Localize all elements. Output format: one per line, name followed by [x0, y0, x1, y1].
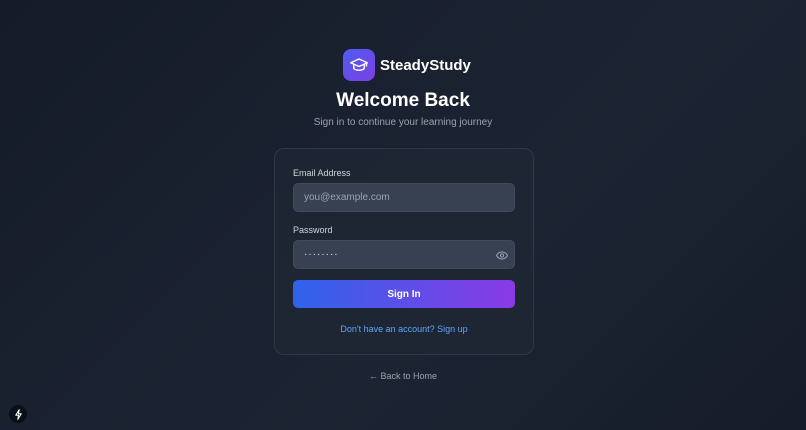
password-input[interactable] [293, 240, 515, 269]
eye-icon[interactable] [495, 249, 509, 261]
brand-name: SteadyStudy [380, 56, 471, 74]
login-card: Email Address Password Sign In Don't hav… [274, 148, 534, 355]
lightning-bolt-icon[interactable] [9, 405, 27, 423]
signup-prompt: Don't have an account? Sign up [275, 324, 533, 334]
page-subtitle: Sign in to continue your learning journe… [313, 117, 493, 128]
graduation-cap-icon [343, 49, 375, 81]
email-label: Email Address [293, 168, 351, 178]
sign-in-button[interactable]: Sign In [293, 280, 515, 308]
email-input[interactable] [293, 183, 515, 212]
password-label: Password [293, 225, 333, 235]
back-to-home-link[interactable]: ← Back to Home [369, 371, 437, 381]
brand: SteadyStudy [343, 49, 471, 81]
signup-link[interactable]: Don't have an account? Sign up [340, 324, 467, 334]
back-to-home: ← Back to Home [0, 371, 806, 381]
page-title: Welcome Back [336, 90, 470, 111]
